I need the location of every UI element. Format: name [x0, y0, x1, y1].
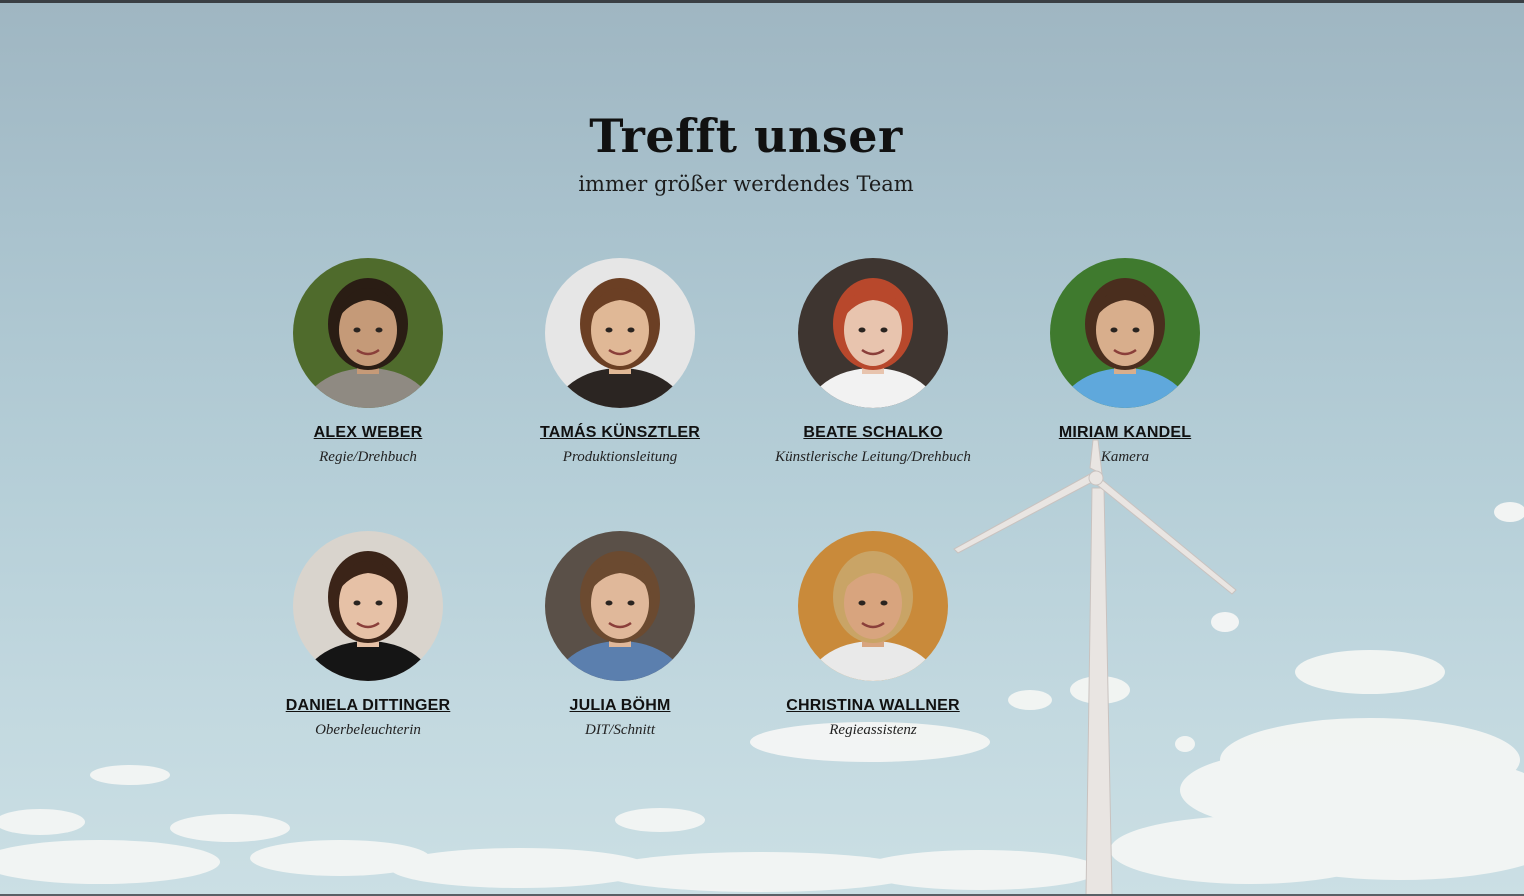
team-member-role: Regieassistenz [829, 722, 917, 738]
team-member-role: Künstlerische Leitung/Drehbuch [775, 449, 971, 465]
team-member-card: TAMÁS KÜNSZTLER Produktionsleitung [494, 258, 746, 466]
team-member-card: BEATE SCHALKO Künstlerische Leitung/Dreh… [747, 258, 999, 466]
portrait-image [1050, 258, 1200, 408]
avatar[interactable] [1050, 258, 1200, 408]
top-border [0, 0, 1524, 3]
portrait-image [545, 531, 695, 681]
avatar[interactable] [545, 258, 695, 408]
portrait-image [798, 258, 948, 408]
team-member-name[interactable]: JULIA BÖHM [570, 697, 671, 715]
team-member-name[interactable]: CHRISTINA WALLNER [786, 697, 959, 715]
team-member-role: Regie/Drehbuch [319, 449, 417, 465]
section-heading: Trefft unser immer größer werdendes Team [0, 108, 1492, 198]
avatar[interactable] [545, 531, 695, 681]
portrait-image [293, 258, 443, 408]
avatar[interactable] [293, 258, 443, 408]
portrait-image [798, 531, 948, 681]
portrait-image [545, 258, 695, 408]
team-member-role: Kamera [1100, 449, 1150, 465]
team-member-role: Produktionsleitung [562, 449, 678, 465]
avatar[interactable] [293, 531, 443, 681]
avatar[interactable] [798, 531, 948, 681]
team-member-role: DIT/Schnitt [585, 722, 655, 738]
team-member-name[interactable]: MIRIAM KANDEL [1059, 424, 1191, 442]
team-member-name[interactable]: DANIELA DITTINGER [286, 697, 451, 715]
team-member-card: JULIA BÖHM DIT/Schnitt [494, 531, 746, 739]
team-member-card: MIRIAM KANDEL Kamera [999, 258, 1251, 466]
page-title: Trefft unser [589, 109, 903, 163]
portrait-image [293, 531, 443, 681]
team-member-name[interactable]: BEATE SCHALKO [803, 424, 942, 442]
team-member-role: Oberbeleuchterin [315, 722, 421, 738]
page-subtitle: immer größer werdendes Team [578, 172, 914, 196]
team-member-name[interactable]: TAMÁS KÜNSZTLER [540, 424, 700, 442]
team-member-name[interactable]: ALEX WEBER [314, 424, 423, 442]
team-member-card: CHRISTINA WALLNER Regieassistenz [747, 531, 999, 739]
avatar[interactable] [798, 258, 948, 408]
team-member-card: ALEX WEBER Regie/Drehbuch [242, 258, 494, 466]
team-member-card: DANIELA DITTINGER Oberbeleuchterin [242, 531, 494, 739]
